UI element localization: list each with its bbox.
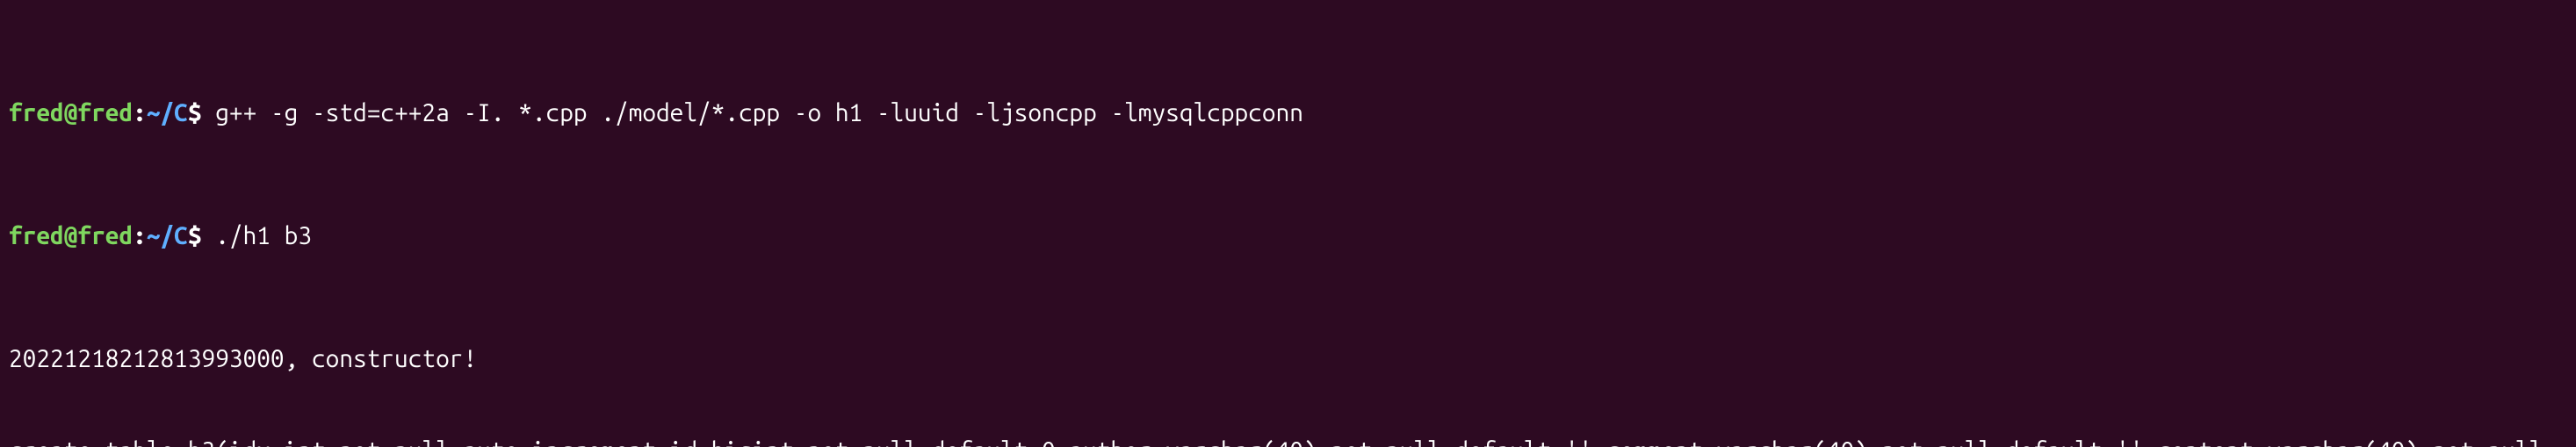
- prompt-colon: :: [133, 99, 147, 126]
- prompt-path: ~/C: [147, 99, 188, 126]
- command-text-2: ./h1 b3: [215, 222, 312, 249]
- prompt-line-1: fred@fred:~/C$ g++ -g -std=c++2a -I. *.c…: [9, 97, 2567, 128]
- command-text-1: g++ -g -std=c++2a -I. *.cpp ./model/*.cp…: [215, 99, 1303, 126]
- prompt-user-host: fred@fred: [9, 99, 133, 126]
- prompt-dollar: $: [188, 99, 202, 126]
- prompt-colon: :: [133, 222, 147, 249]
- prompt-line-2: fred@fred:~/C$ ./h1 b3: [9, 220, 2567, 251]
- output-line: 20221218212813993000, constructor!: [9, 343, 2567, 374]
- prompt-dollar: $: [188, 222, 202, 249]
- terminal-window[interactable]: fred@fred:~/C$ g++ -g -std=c++2a -I. *.c…: [0, 0, 2576, 447]
- prompt-user-host: fred@fred: [9, 222, 133, 249]
- prompt-path: ~/C: [147, 222, 188, 249]
- output-line: create table b3(idx int not null auto_in…: [9, 436, 2567, 447]
